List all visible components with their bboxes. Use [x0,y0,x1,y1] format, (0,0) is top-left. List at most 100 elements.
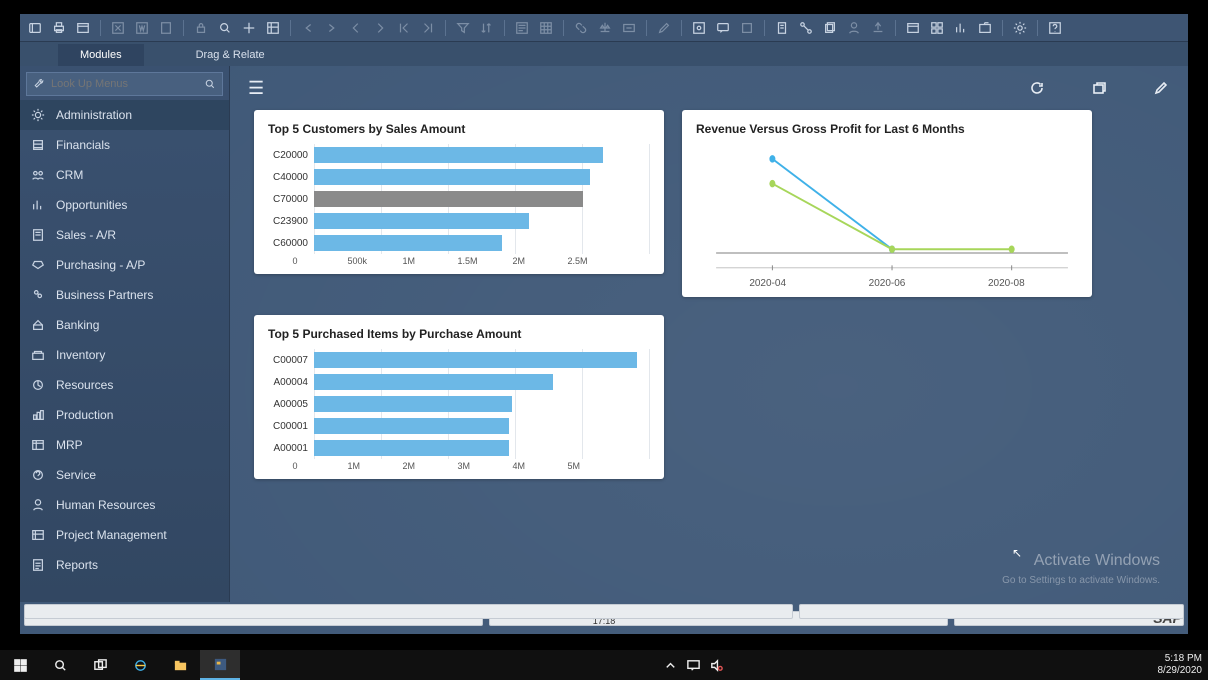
query-icon[interactable] [690,19,708,37]
bar[interactable] [314,440,509,456]
search-icon[interactable] [204,78,216,90]
multi-doc-icon[interactable] [821,19,839,37]
explorer-icon[interactable] [160,650,200,680]
sidebar-item-human-resources[interactable]: Human Resources [20,490,229,520]
settings-icon[interactable] [1011,19,1029,37]
sidebar-item-label: Business Partners [56,288,153,302]
menu-search-input[interactable] [51,78,204,90]
print-icon[interactable] [50,19,68,37]
refresh-icon[interactable] [1028,79,1046,97]
search-taskbar-icon[interactable] [40,650,80,680]
user-icon[interactable] [845,19,863,37]
sap-app-icon[interactable] [200,650,240,680]
sidebar-item-reports[interactable]: Reports [20,550,229,580]
axis-tick: 5M [568,461,623,471]
bar[interactable] [314,235,502,251]
window-icon[interactable] [904,19,922,37]
undo-icon[interactable] [299,19,317,37]
pdf-icon[interactable] [157,19,175,37]
sidebar-item-sales-a-r[interactable]: Sales - A/R [20,220,229,250]
tab-modules[interactable]: Modules [58,44,144,66]
toolbar-separator [646,20,647,36]
sidebar-item-mrp[interactable]: MRP [20,430,229,460]
balance-icon[interactable] [596,19,614,37]
table-icon[interactable] [537,19,555,37]
new-window-icon[interactable] [1090,79,1108,97]
bar[interactable] [314,374,553,390]
word-icon[interactable] [133,19,151,37]
ie-icon[interactable] [120,650,160,680]
forward-icon[interactable] [371,19,389,37]
bar-label: C40000 [268,172,314,183]
toolbar-separator [183,20,184,36]
bar[interactable] [314,418,509,434]
mouse-cursor: ↖ [1012,546,1022,560]
find-icon[interactable] [216,19,234,37]
message-icon[interactable] [714,19,732,37]
edit-dashboard-icon[interactable] [1152,79,1170,97]
bar[interactable] [314,169,590,185]
bar-label: C20000 [268,150,314,161]
sidebar-item-resources[interactable]: Resources [20,370,229,400]
excel-icon[interactable] [109,19,127,37]
module-icon [30,107,46,123]
redo-icon[interactable] [323,19,341,37]
sidebar-item-administration[interactable]: Administration [20,100,229,130]
app-window: Modules Drag & Relate AdministrationFina… [20,14,1188,634]
tiles-icon[interactable] [928,19,946,37]
start-button[interactable] [0,650,40,680]
first-icon[interactable] [395,19,413,37]
bar[interactable] [314,147,603,163]
help-icon[interactable] [1046,19,1064,37]
bar[interactable] [314,396,512,412]
sidebar-item-project-management[interactable]: Project Management [20,520,229,550]
sidebar-item-production[interactable]: Production [20,400,229,430]
module-icon [30,437,46,453]
link-icon[interactable] [572,19,590,37]
axis-tick: 2020-04 [708,278,827,289]
back-icon[interactable] [347,19,365,37]
wrench-icon [33,78,45,90]
tray-action-center-icon[interactable] [686,658,701,673]
chart-top-customers: C20000C40000C70000C23900C600000500k1M1.5… [268,144,650,266]
lock-icon[interactable] [192,19,210,37]
sidebar-item-service[interactable]: Service [20,460,229,490]
document-icon[interactable] [773,19,791,37]
chart-icon[interactable] [952,19,970,37]
tray-chevron-icon[interactable] [663,658,678,673]
sidebar-item-business-partners[interactable]: Business Partners [20,280,229,310]
last-icon[interactable] [419,19,437,37]
transaction-icon[interactable] [620,19,638,37]
bar[interactable] [314,213,529,229]
workflow-icon[interactable] [797,19,815,37]
toolbar-separator [504,20,505,36]
axis-tick: 500k [348,256,403,266]
module-icon [30,377,46,393]
sidebar-item-inventory[interactable]: Inventory [20,340,229,370]
tray-volume-icon[interactable] [709,658,724,673]
card-title: Top 5 Customers by Sales Amount [268,122,650,136]
preview-icon[interactable] [26,19,44,37]
sort-icon[interactable] [478,19,496,37]
bar[interactable] [314,191,583,207]
menu-search[interactable] [26,72,223,96]
form-icon[interactable] [513,19,531,37]
crosshair-icon[interactable] [240,19,258,37]
sidebar-item-crm[interactable]: CRM [20,160,229,190]
calendar-icon[interactable] [74,19,92,37]
edit-icon[interactable] [655,19,673,37]
tab-drag-relate[interactable]: Drag & Relate [174,44,287,66]
bar[interactable] [314,352,637,368]
sidebar-item-purchasing-a-p[interactable]: Purchasing - A/P [20,250,229,280]
sidebar-item-banking[interactable]: Banking [20,310,229,340]
export-icon[interactable] [869,19,887,37]
sidebar-item-financials[interactable]: Financials [20,130,229,160]
layout-icon[interactable] [264,19,282,37]
task-view-icon[interactable] [80,650,120,680]
open-icon[interactable] [976,19,994,37]
alert-icon[interactable] [738,19,756,37]
hamburger-icon[interactable]: ☰ [248,78,264,99]
taskbar-clock[interactable]: 5:18 PM8/29/2020 [1158,653,1208,677]
sidebar-item-opportunities[interactable]: Opportunities [20,190,229,220]
filter-icon[interactable] [454,19,472,37]
